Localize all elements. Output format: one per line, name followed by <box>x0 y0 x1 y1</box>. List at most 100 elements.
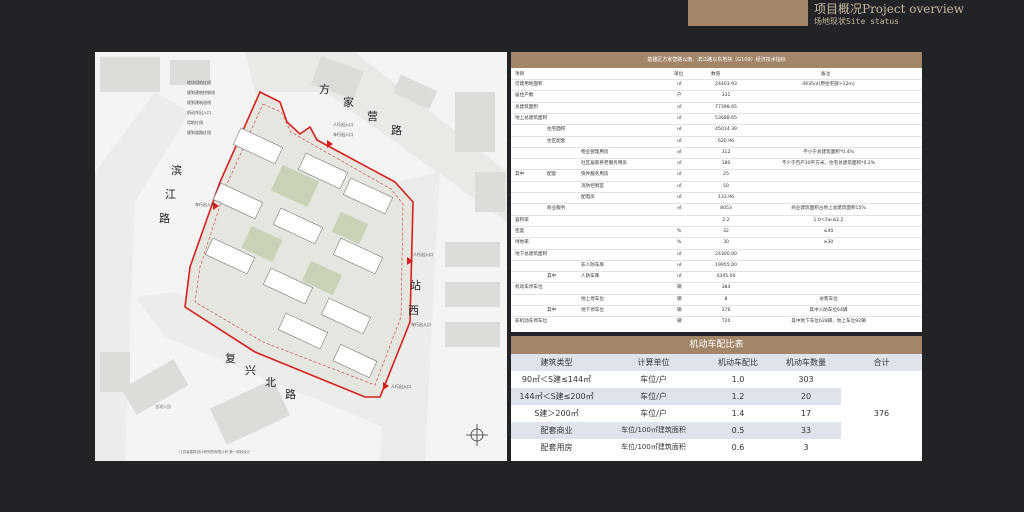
pt-cell-count: 3 <box>771 439 841 456</box>
road-label-west: 滨 <box>171 165 182 177</box>
tt-cell-note <box>741 170 916 179</box>
tt-cell-unit: ㎡ <box>677 206 682 212</box>
tt-cell-value: 53688.65 <box>715 115 737 121</box>
brand-block <box>688 0 808 26</box>
road-label-north: 路 <box>391 125 402 137</box>
tt-cell-c1: 绿地率 <box>515 240 529 246</box>
tt-cell-value: 50 <box>723 183 729 189</box>
tt-cell-c2: 商业服务 <box>547 206 566 212</box>
tt-cell-value: 32 <box>723 228 729 234</box>
tt-cell-c3: 社区居家养老服务用房 <box>581 161 627 167</box>
tt-cell-unit: 辆 <box>677 296 682 302</box>
tt-cell-note: 其中人防车位64辆 <box>809 308 848 313</box>
tt-cell-value: 133.96 <box>717 195 735 200</box>
tt-cell-c3: 物业管理用房 <box>581 149 609 155</box>
legend-item: 用地红线 <box>187 120 203 125</box>
gate-label: 人行出入口 <box>333 122 353 127</box>
plan-legend: 地块用地红线 规划建筑控制线 规划建筑退线 机动车出入口 用地红线 规划道路红线 <box>187 78 215 138</box>
tech-indicator-table: 楚雄区方家营路以南、滨江路以东地块（G109）经济技术指标 项目 单位 数值 备… <box>511 52 922 332</box>
tt-cell-note: 访客车位 <box>819 296 838 302</box>
tt-cell-unit: 辆 <box>677 319 682 325</box>
tt-cell-unit: ㎡ <box>677 262 682 268</box>
road-label-south: 北 <box>265 377 276 389</box>
tt-cell-unit: ㎡ <box>677 161 682 167</box>
tt-cell-unit: ㎡ <box>677 104 682 110</box>
tt-cell-c3: 消防控制室 <box>581 183 604 189</box>
tt-cell-note <box>741 193 916 202</box>
legend-item: 规划道路红线 <box>187 130 211 135</box>
pt-header: 建筑类型 <box>511 354 602 371</box>
tt-cell-unit: ㎡ <box>677 195 682 200</box>
tt-cell-value: 45014.39 <box>715 127 737 133</box>
tt-cell-note: 不少于百户30平方米，住宅总建筑面积*0.2% <box>781 161 876 167</box>
tech-table-body: 项目 单位 数值 备注 可建用地面积㎡ 24403.93 4635㎡(原住宅部>12… <box>511 68 922 332</box>
tt-cell-c3: 非人防车库 <box>581 262 604 268</box>
pt-total: 376 <box>841 371 922 456</box>
tt-cell-unit: ㎡ <box>677 115 682 121</box>
legend-item: 机动车出入口 <box>187 110 211 115</box>
pt-cell-count: 33 <box>771 422 841 439</box>
tt-cell-note <box>741 137 916 146</box>
page-subtitle: 场地现状Site status <box>814 17 899 26</box>
tt-cell-note <box>741 103 916 112</box>
tt-cell-c3: 快件服务用房 <box>581 172 609 178</box>
legend-item: 规划建筑控制线 <box>187 90 215 95</box>
tt-cell-c1: 容积率 <box>515 217 529 223</box>
tt-cell-value: 720 <box>721 319 731 325</box>
pt-header: 计算单位 <box>602 354 705 371</box>
tt-cell-note: ≥30 <box>823 240 834 246</box>
tt-cell-c1: 机动车停车位 <box>515 285 543 291</box>
tt-header: 单位 <box>674 72 684 77</box>
tt-cell-c3: 配电房 <box>581 195 595 200</box>
tt-cell-c1: 密度 <box>515 228 525 234</box>
tt-cell-value: 4345.00 <box>716 274 736 280</box>
gate-label: 车行出入口 <box>333 132 353 137</box>
pt-cell-ratio: 0.6 <box>705 439 771 456</box>
gate-label: 人行出入口 <box>413 252 433 257</box>
tt-cell-value: 620.96 <box>717 138 735 144</box>
tt-cell-c3: 地下停车位 <box>581 308 604 313</box>
tt-cell-c1: 总建筑面积 <box>515 104 538 110</box>
pt-cell-type: 90㎡＜S建≤144㎡ <box>511 371 602 388</box>
tt-cell-c1: 可建用地面积 <box>515 82 543 87</box>
tt-cell-value: 19955.00 <box>715 262 737 268</box>
road-label-north: 方 <box>319 84 330 96</box>
tt-cell-c2: 其中 <box>547 308 557 313</box>
site-plan-drawing <box>95 52 507 461</box>
pt-cell-unit: 车位/100㎡建筑面积 <box>602 422 705 439</box>
pt-cell-unit: 车位/100㎡建筑面积 <box>602 439 705 456</box>
parking-ratio-table: 机动车配比表 建筑类型 计算单位 机动车配比 机动车数量 合计 376 90㎡＜… <box>511 336 922 461</box>
pt-cell-unit: 车位/户 <box>602 405 705 422</box>
tt-cell-unit: ㎡ <box>677 183 682 189</box>
tt-cell-note: 商业建筑面积占地上总建筑面积15% <box>791 206 866 212</box>
tt-cell-c2: 住宅面积 <box>547 127 566 133</box>
road-label-south: 路 <box>285 389 296 401</box>
tt-cell-c2: 其中 <box>547 274 557 280</box>
tt-cell-value: 24300.00 <box>715 251 737 257</box>
tt-cell-note <box>741 272 916 281</box>
road-label-south: 兴 <box>245 365 256 377</box>
pt-cell-type: 144㎡＜S建≤200㎡ <box>511 388 602 405</box>
site-plan: 地块用地红线 规划建筑控制线 规划建筑退线 机动车出入口 用地红线 规划道路红线… <box>95 52 507 461</box>
tt-cell-unit: 户 <box>677 93 682 99</box>
tt-cell-value: 376 <box>721 308 731 313</box>
compass-icon <box>466 424 488 446</box>
pt-cell-ratio: 0.5 <box>705 422 771 439</box>
pt-cell-ratio: 1.4 <box>705 405 771 422</box>
tt-cell-c1: 居住户数 <box>515 93 534 99</box>
tech-table-title: 楚雄区方家营路以南、滨江路以东地块（G109）经济技术指标 <box>511 52 922 68</box>
pt-cell-unit: 车位/户 <box>602 388 705 405</box>
tt-cell-note: 1.0＜Far≤2.2 <box>813 217 844 223</box>
tt-cell-c3: 地上停车位 <box>581 296 604 302</box>
tt-header: 项目 <box>515 72 525 77</box>
tt-cell-note <box>741 125 916 134</box>
tt-cell-note: ≤40 <box>823 228 834 234</box>
tt-cell-c1: 其中 <box>515 172 525 178</box>
tt-cell-unit: ㎡ <box>677 127 682 133</box>
tt-cell-unit: 辆 <box>677 308 682 313</box>
road-label-north: 营 <box>367 111 378 123</box>
tt-cell-value: 8 <box>724 296 728 302</box>
parking-table-title: 机动车配比表 <box>511 336 922 354</box>
tt-header: 数值 <box>711 72 721 77</box>
tt-cell-unit: % <box>677 240 682 246</box>
